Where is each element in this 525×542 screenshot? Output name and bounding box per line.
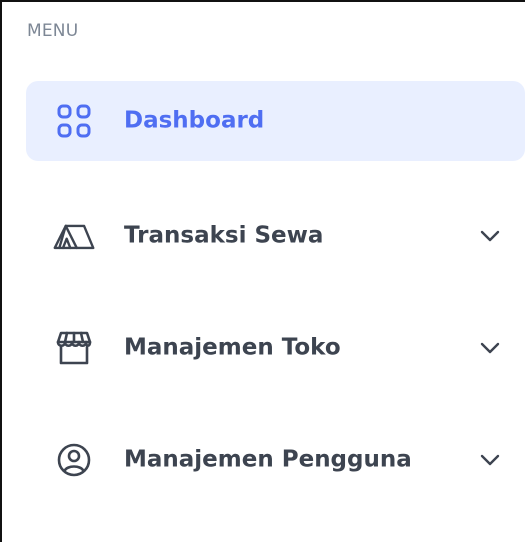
menu-heading: MENU bbox=[27, 21, 79, 41]
sidebar-item-manajemen-toko[interactable]: Manajemen Toko bbox=[26, 308, 525, 388]
chevron-down-icon[interactable] bbox=[477, 223, 503, 249]
grid-icon bbox=[52, 99, 96, 143]
tent-icon bbox=[52, 214, 96, 258]
sidebar-item-label: Manajemen Toko bbox=[124, 334, 341, 361]
sidebar-item-label: Dashboard bbox=[124, 107, 265, 134]
sidebar-item-label: Manajemen Pengguna bbox=[124, 446, 412, 473]
user-circle-icon bbox=[52, 438, 96, 482]
sidebar-item-manajemen-pengguna[interactable]: Manajemen Pengguna bbox=[26, 420, 525, 500]
sidebar-item-label: Transaksi Sewa bbox=[124, 222, 324, 249]
sidebar-menu: MENU Dashboard Transaksi Sewa Manajemen … bbox=[0, 0, 525, 542]
chevron-down-icon[interactable] bbox=[477, 335, 503, 361]
sidebar-item-dashboard[interactable]: Dashboard bbox=[26, 81, 525, 161]
sidebar-item-transaksi-sewa[interactable]: Transaksi Sewa bbox=[26, 196, 525, 276]
store-icon bbox=[52, 326, 96, 370]
chevron-down-icon[interactable] bbox=[477, 447, 503, 473]
